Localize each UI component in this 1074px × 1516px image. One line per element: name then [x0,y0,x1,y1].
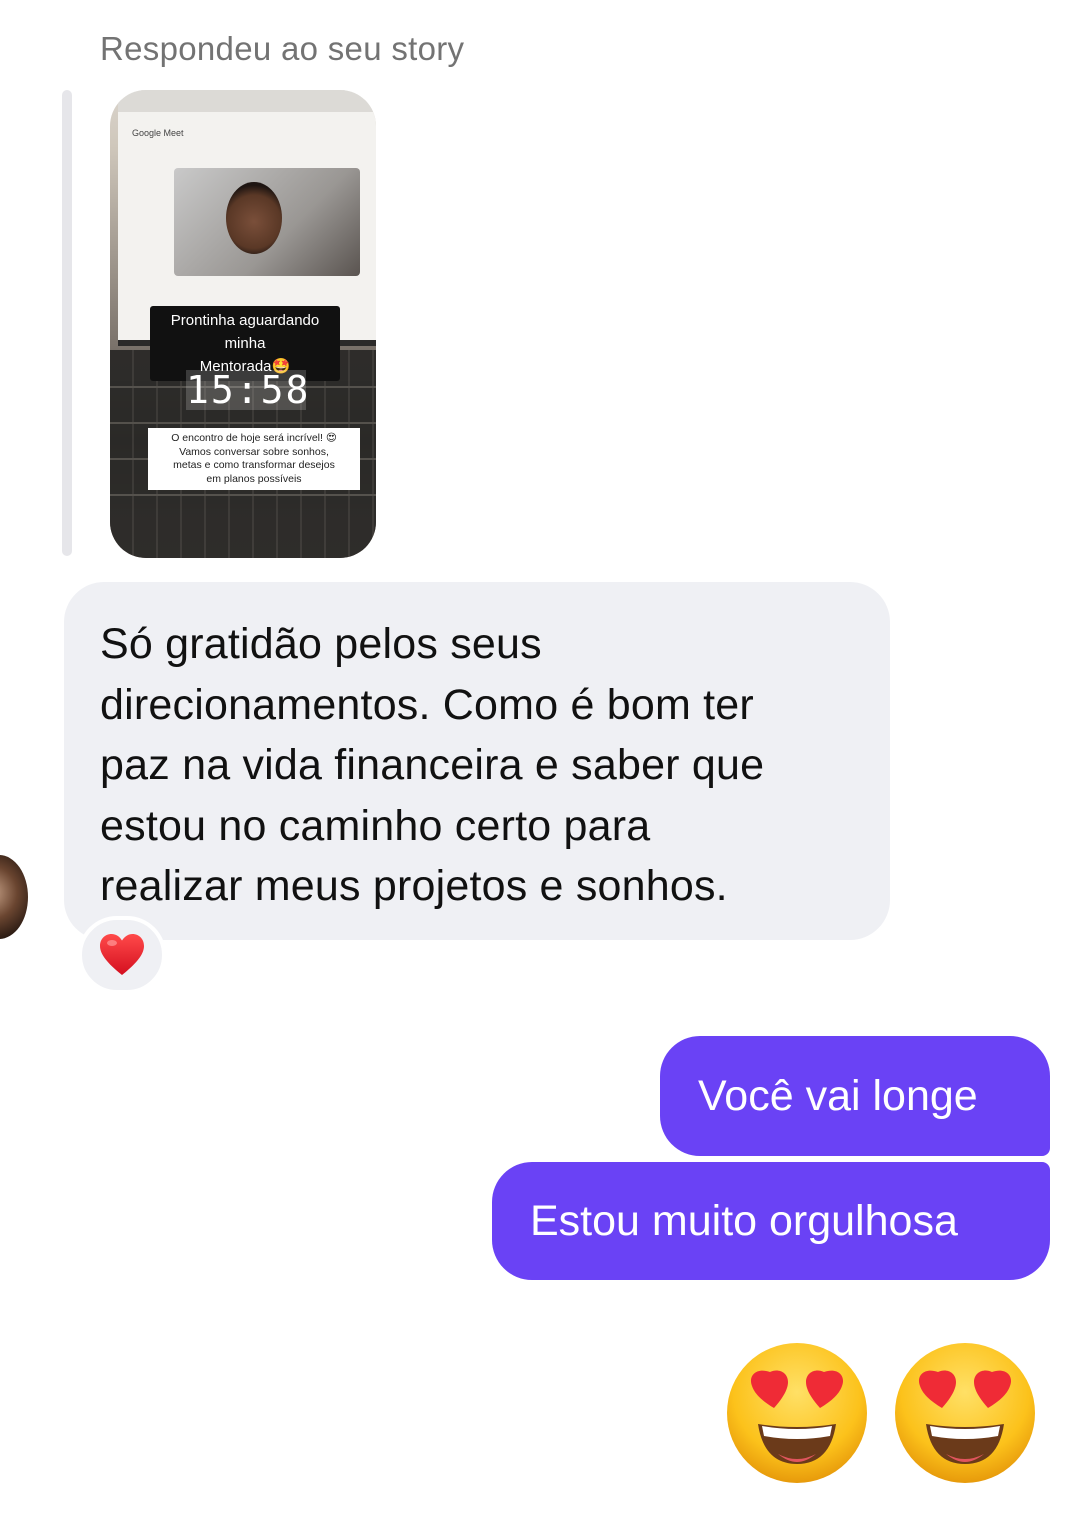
story-note-line-3: metas e como transformar desejos [173,459,335,471]
story-note: O encontro de hoje será incrível! 😍 Vamo… [148,428,360,490]
message-line: realizar meus projetos e sonhos. [100,862,728,910]
key-row-divider [110,494,376,496]
red-heart-icon [100,934,144,975]
outgoing-message-text: Estou muito orgulhosa [530,1196,958,1245]
message-line: direcionamentos. Como é bom ter [100,680,754,729]
outgoing-message-bubble[interactable]: Você vai longe [660,1036,1050,1156]
message-line: Só gratidão pelos seus [100,620,542,668]
outgoing-message-text: Você vai longe [698,1071,978,1120]
story-note-line-2: Vamos conversar sobre sonhos, [179,445,329,458]
story-clock: 15:58 [186,368,311,412]
story-caption-line-1: Prontinha aguardando minha [170,312,320,352]
incoming-message-bubble[interactable]: Só gratidão pelos seus direcionamentos. … [64,582,890,940]
reply-label: Respondeu ao seu story [100,30,465,67]
video-tile [174,168,360,276]
message-line: paz na vida financeira e saber que [100,741,765,789]
story-note-line-1: O encontro de hoje será incrível! 😍 [171,432,337,444]
story-note-line-4: em planos possíveis [206,472,302,485]
heart-eyes-emoji[interactable] [894,1342,1036,1484]
google-meet-label: Google Meet [132,128,184,138]
message-line: estou no caminho certo para [100,801,651,850]
reply-quote-bar [62,90,72,556]
outgoing-message-bubble[interactable]: Estou muito orgulhosa [492,1162,1050,1280]
browser-bar [118,90,376,112]
incoming-message-text: Só gratidão pelos seus direcionamentos. … [100,614,854,917]
story-thumbnail[interactable]: Google Meet Prontinha aguardando minha M… [110,90,376,558]
heart-eyes-emoji[interactable] [726,1342,868,1484]
person-photo [226,182,282,254]
key-row-divider [110,422,376,424]
sender-avatar[interactable] [0,855,28,939]
message-reaction[interactable] [78,916,166,994]
